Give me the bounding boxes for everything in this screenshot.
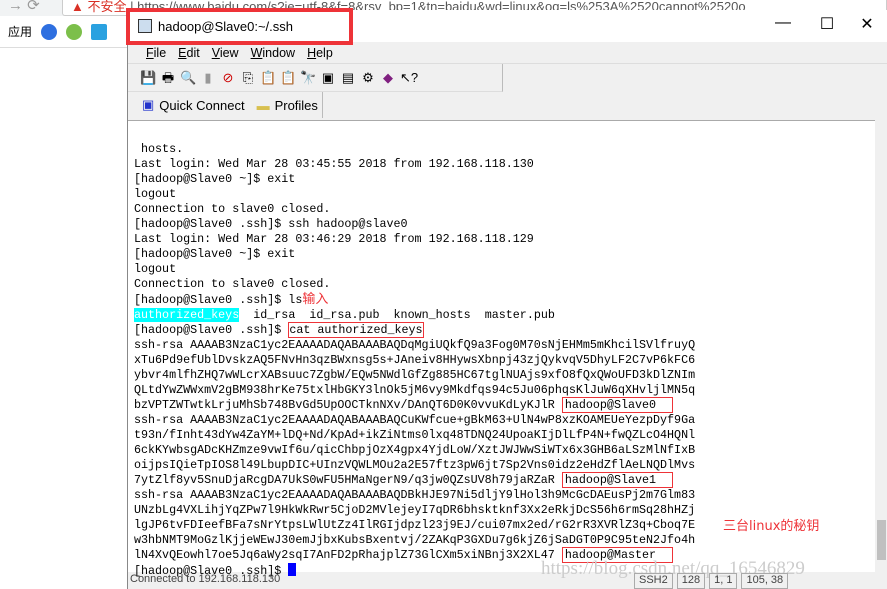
help-book-icon[interactable]: ◆	[380, 70, 396, 86]
key-line: w3hbNMT9MoGzlKjjeWEwJ30emJjbxKubsBxentvj…	[134, 533, 696, 547]
status-size: 105, 38	[741, 573, 789, 589]
file-master-pub: master.pub	[484, 308, 555, 322]
close-button[interactable]: ✕	[852, 14, 882, 34]
terminal-line: Last login: Wed Mar 28 03:45:55 2018 fro…	[134, 157, 534, 171]
minimize-button[interactable]: —	[768, 14, 798, 32]
securecrt-window: hadoop@Slave0:~/.ssh — ☐ ✕ File Edit Vie…	[126, 8, 887, 589]
menu-bar: File Edit View Window Help	[128, 42, 887, 64]
session-options-icon[interactable]: ▣	[320, 70, 336, 86]
key-last-line: bzVPTZWTwtkLrjuMhSb748BvGd5UpOOCTknNXv/D…	[134, 397, 875, 413]
copy-icon[interactable]: ⎘	[240, 70, 256, 86]
key-line: xTu6Pd9efUblDvskzAQ5FNvHn3qzBWxnsg5s+JAn…	[134, 353, 696, 367]
terminal-line: [hadoop@Slave0 ~]$ exit	[134, 247, 296, 261]
bookmark-icon[interactable]	[66, 23, 83, 40]
baidu-bookmark-icon[interactable]	[41, 23, 58, 40]
terminal-line: [hadoop@Slave0 .ssh]$ ssh hadoop@slave0	[134, 217, 408, 231]
copy-paste-icon[interactable]: 📋	[280, 70, 296, 86]
scrollbar[interactable]	[875, 120, 887, 572]
key-last-line: 7ytZlf8yv5SnuDjaRcgDA7UkS0wFU5HMaNgerN9/…	[134, 472, 875, 488]
back-forward-reload-icons[interactable]: → ⟳	[8, 0, 40, 14]
key-line: ybvr4mlfhZHQ7wWLcrXABsuuc7ZgbW/EQw5NWdlG…	[134, 368, 696, 382]
maximize-button[interactable]: ☐	[812, 14, 842, 34]
d-bookmark-icon[interactable]	[91, 23, 108, 40]
scrollbar-thumb[interactable]	[877, 520, 886, 560]
toolbar: 💾 🖶 🔍 ▮ ⊘ ⎘ 📋 📋 🔭 ▣ ▤ ⚙ ◆ ↖?	[128, 64, 503, 92]
title-bar: hadoop@Slave0:~/.ssh — ☐ ✕	[126, 8, 887, 45]
status-cipher: 128	[676, 573, 706, 589]
key-line: QLtdYwZWWxmV2gBM938hrKe75txlHbGKY3lnOk5j…	[134, 383, 696, 397]
quick-connect-bar: ▣ Quick Connect ▬ Profiles	[128, 92, 323, 118]
file-id-rsa-pub: id_rsa.pub	[309, 308, 380, 322]
key-line: ssh-rsa AAAAB3NzaC1yc2EAAAADAQABAAABAQCu…	[134, 413, 696, 427]
security-warning: ▲ 不安全	[71, 0, 127, 14]
terminal-line: Connection to slave0 closed.	[134, 277, 331, 291]
print-icon[interactable]: 🖶	[160, 70, 176, 86]
key-line: 6ckKYwbsgADcKHZmze9vwIf6u/qicChbpjOzX4gp…	[134, 443, 696, 457]
ls-line: [hadoop@Slave0 .ssh]$ ls输入	[134, 292, 875, 308]
terminal-line: logout	[134, 187, 177, 201]
ls-output: authorized_keys id_rsa id_rsa.pub known_…	[134, 308, 875, 323]
disconnect-icon[interactable]: ⊘	[220, 70, 236, 86]
terminal-output[interactable]: hosts. Last login: Wed Mar 28 03:45:55 20…	[128, 120, 875, 578]
title-highlight-box	[126, 8, 353, 45]
folder-icon: ▬	[256, 97, 270, 113]
global-options-icon[interactable]: ▤	[340, 70, 356, 86]
keys-annotation: 三台linux的秘钥	[723, 519, 820, 534]
status-protocol: SSH2	[634, 573, 673, 589]
keymap-icon[interactable]: ⚙	[360, 70, 376, 86]
bookmarks-bar: 应用	[0, 16, 127, 48]
terminal-line: Last login: Wed Mar 28 03:46:29 2018 fro…	[134, 232, 534, 246]
key-line: oijpsIQieTpIOS8l49LbupDIC+UInzVQWLMOu2a2…	[134, 458, 696, 472]
key-host-box: hadoop@Slave0	[561, 397, 674, 413]
key-tail: 7ytZlf8yv5SnuDjaRcgDA7UkS0wFU5HMaNgerN9/…	[134, 473, 555, 487]
print-preview-icon[interactable]: 🔍	[180, 70, 196, 86]
cat-prompt: [hadoop@Slave0 .ssh]$	[134, 323, 289, 337]
status-bar: Connected to 192.168.118.130 SSH2 128 1,…	[128, 573, 887, 589]
save-icon[interactable]: 💾	[140, 70, 156, 86]
key-line: ssh-rsa AAAAB3NzaC1yc2EAAAADAQABAAABAQDq…	[134, 338, 696, 352]
security-label: 不安全	[87, 0, 127, 14]
terminal-line: logout	[134, 262, 177, 276]
key-line: ssh-rsa AAAAB3NzaC1yc2EAAAADAQABAAABAQDB…	[134, 488, 696, 502]
connect-icon[interactable]: ▮	[200, 70, 216, 86]
menu-file[interactable]: File	[146, 46, 166, 60]
quick-connect-button[interactable]: Quick Connect	[159, 98, 244, 113]
menu-window[interactable]: Window	[251, 46, 295, 60]
menu-view[interactable]: View	[212, 46, 239, 60]
paste-icon[interactable]: 📋	[260, 70, 276, 86]
terminal-line: hosts.	[134, 142, 184, 156]
key-host-box: hadoop@Slave1	[561, 472, 674, 488]
menu-edit[interactable]: Edit	[178, 46, 200, 60]
context-help-icon[interactable]: ↖?	[400, 70, 418, 86]
profiles-button[interactable]: Profiles	[275, 98, 318, 113]
menu-help[interactable]: Help	[307, 46, 333, 60]
find-icon[interactable]: 🔭	[300, 70, 316, 86]
ls-command: [hadoop@Slave0 .ssh]$ ls	[134, 293, 303, 307]
key-tail: lN4XvQEowhl7oe5Jq6aWy2sqI7AnFD2pRhajplZ7…	[134, 548, 555, 562]
file-known-hosts: known_hosts	[393, 308, 471, 322]
terminal-line: [hadoop@Slave0 ~]$ exit	[134, 172, 296, 186]
terminal-line: Connection to slave0 closed.	[134, 202, 331, 216]
file-id-rsa: id_rsa	[253, 308, 296, 322]
key-tail: bzVPTZWTwtkLrjuMhSb748BvGd5UpOOCTknNXv/D…	[134, 398, 555, 412]
status-connection: Connected to 192.168.118.130	[130, 573, 281, 585]
cat-line: [hadoop@Slave0 .ssh]$ cat authorized_key…	[134, 322, 875, 338]
quick-connect-icon: ▣	[142, 97, 155, 112]
file-authorized-keys: authorized_keys	[134, 308, 240, 322]
apps-bookmark[interactable]: 应用	[8, 23, 32, 40]
input-annotation: 输入	[302, 292, 329, 307]
cat-command: cat authorized_keys	[288, 322, 424, 338]
key-line: t93n/fInht43dYw4ZaYM+lDQ+Nd/KpAd+ikZiNtm…	[134, 428, 696, 442]
status-position: 1, 1	[709, 573, 738, 589]
